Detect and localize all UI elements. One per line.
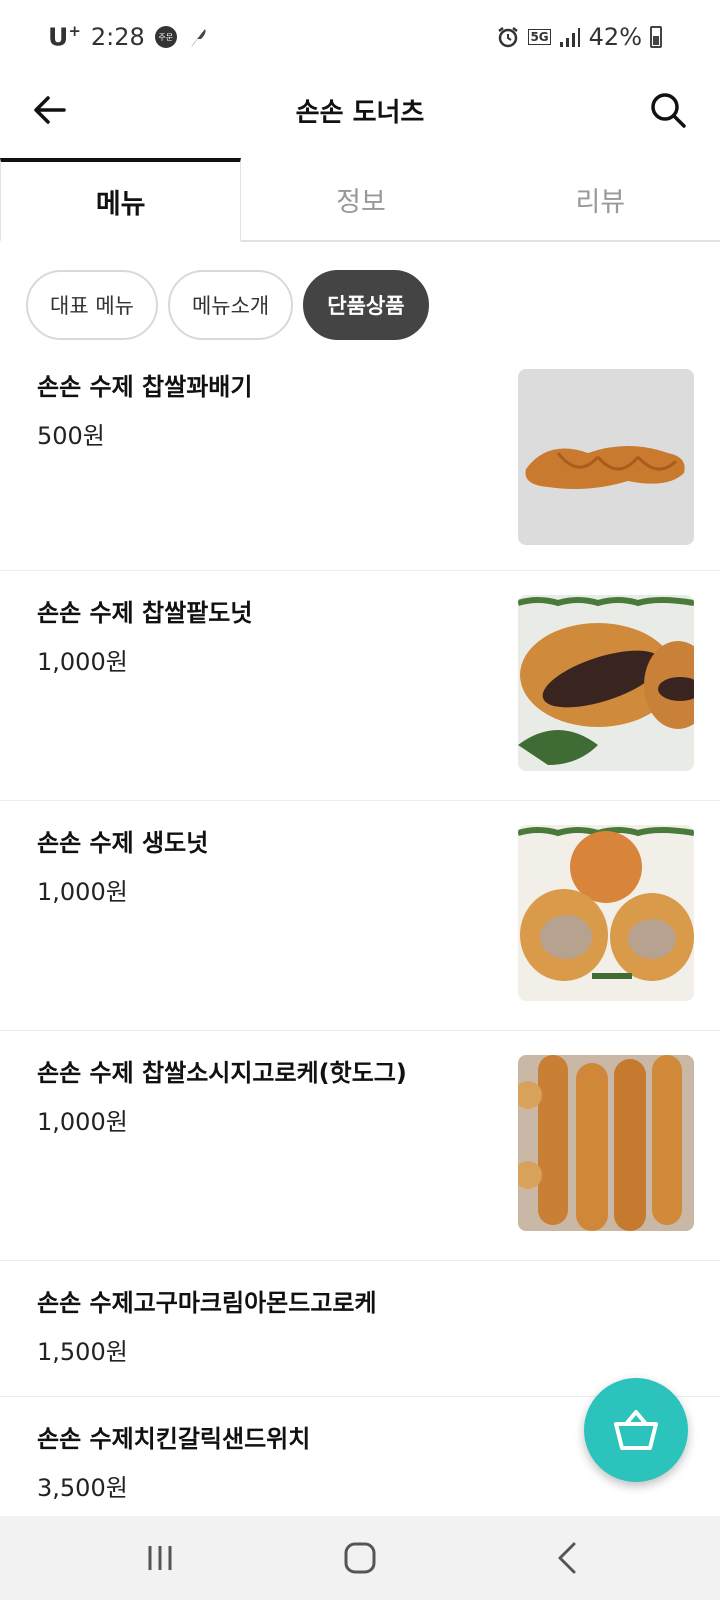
menu-item-price: 1,000원 bbox=[37, 1108, 128, 1136]
store-tabs: 메뉴 정보 리뷰 bbox=[0, 158, 720, 242]
menu-item-price: 500원 bbox=[37, 422, 105, 450]
recent-apps-icon[interactable] bbox=[140, 1538, 180, 1578]
system-nav-bar bbox=[0, 1516, 720, 1600]
alarm-icon bbox=[498, 27, 519, 48]
order-badge-icon: 주문 bbox=[154, 26, 177, 48]
signal-icon bbox=[559, 28, 580, 47]
status-time: 2:28 bbox=[90, 23, 145, 51]
battery-percent: 42% bbox=[588, 23, 642, 51]
chip-single-items[interactable]: 단품상품 bbox=[303, 270, 429, 340]
network-type-label: 5G bbox=[528, 29, 551, 45]
home-icon[interactable] bbox=[340, 1538, 380, 1578]
status-bar-right: 5G 42% bbox=[496, 20, 662, 54]
menu-item-price: 1,000원 bbox=[37, 878, 128, 906]
menu-item-price: 3,500원 bbox=[37, 1474, 128, 1502]
menu-item-name: 손손 수제치킨갈릭샌드위치 bbox=[37, 1425, 311, 1453]
tab-reviews[interactable]: 리뷰 bbox=[481, 158, 720, 240]
carrier-label: U+ bbox=[48, 22, 81, 52]
cart-button[interactable] bbox=[584, 1378, 688, 1482]
menu-item-name: 손손 수제 생도넛 bbox=[37, 829, 209, 857]
chip-signature-menu[interactable]: 대표 메뉴 bbox=[26, 270, 158, 340]
menu-item-photo bbox=[518, 595, 694, 771]
menu-item[interactable]: 손손 수제 찹쌀꽈배기 500원 bbox=[0, 345, 720, 571]
menu-item-photo bbox=[518, 825, 694, 1001]
page-title: 손손 도너츠 bbox=[295, 98, 425, 128]
menu-list: 손손 수제 찹쌀꽈배기 500원 손손 수제 찹쌀팥도넛 1,000원 손손 수… bbox=[0, 345, 720, 1533]
menu-item-photo bbox=[518, 369, 694, 545]
menu-item[interactable]: 손손 수제 찹쌀팥도넛 1,000원 bbox=[0, 571, 720, 801]
menu-item[interactable]: 손손 수제 찹쌀소시지고로케(핫도그) 1,000원 bbox=[0, 1031, 720, 1261]
menu-item-name: 손손 수제 찹쌀꽈배기 bbox=[37, 373, 253, 401]
feather-icon bbox=[190, 29, 206, 47]
menu-item[interactable]: 손손 수제 생도넛 1,000원 bbox=[0, 801, 720, 1031]
system-back-icon[interactable] bbox=[548, 1538, 588, 1578]
menu-item-name: 손손 수제고구마크림아몬드고로케 bbox=[37, 1289, 377, 1317]
status-bar: U+ 2:28 주문 5G 42% bbox=[0, 0, 720, 72]
menu-item-photo bbox=[518, 1055, 694, 1231]
app-header: 손손 도너츠 bbox=[0, 72, 720, 158]
menu-item-price: 1,000원 bbox=[37, 648, 128, 676]
chip-menu-intro[interactable]: 메뉴소개 bbox=[167, 270, 294, 340]
tab-menu[interactable]: 메뉴 bbox=[0, 158, 242, 242]
tab-info[interactable]: 정보 bbox=[241, 158, 480, 240]
menu-item-name: 손손 수제 찹쌀팥도넛 bbox=[37, 599, 253, 627]
basket-icon bbox=[614, 1410, 658, 1450]
category-chips: 대표 메뉴 메뉴소개 단품상품 bbox=[26, 270, 429, 340]
battery-icon bbox=[650, 26, 662, 48]
search-icon[interactable] bbox=[648, 90, 688, 130]
status-bar-left: U+ 2:28 주문 bbox=[48, 20, 209, 54]
menu-item[interactable]: 손손 수제고구마크림아몬드고로케 1,500원 bbox=[0, 1261, 720, 1397]
menu-item-name: 손손 수제 찹쌀소시지고로케(핫도그) bbox=[37, 1059, 407, 1087]
menu-item-price: 1,500원 bbox=[37, 1338, 128, 1366]
